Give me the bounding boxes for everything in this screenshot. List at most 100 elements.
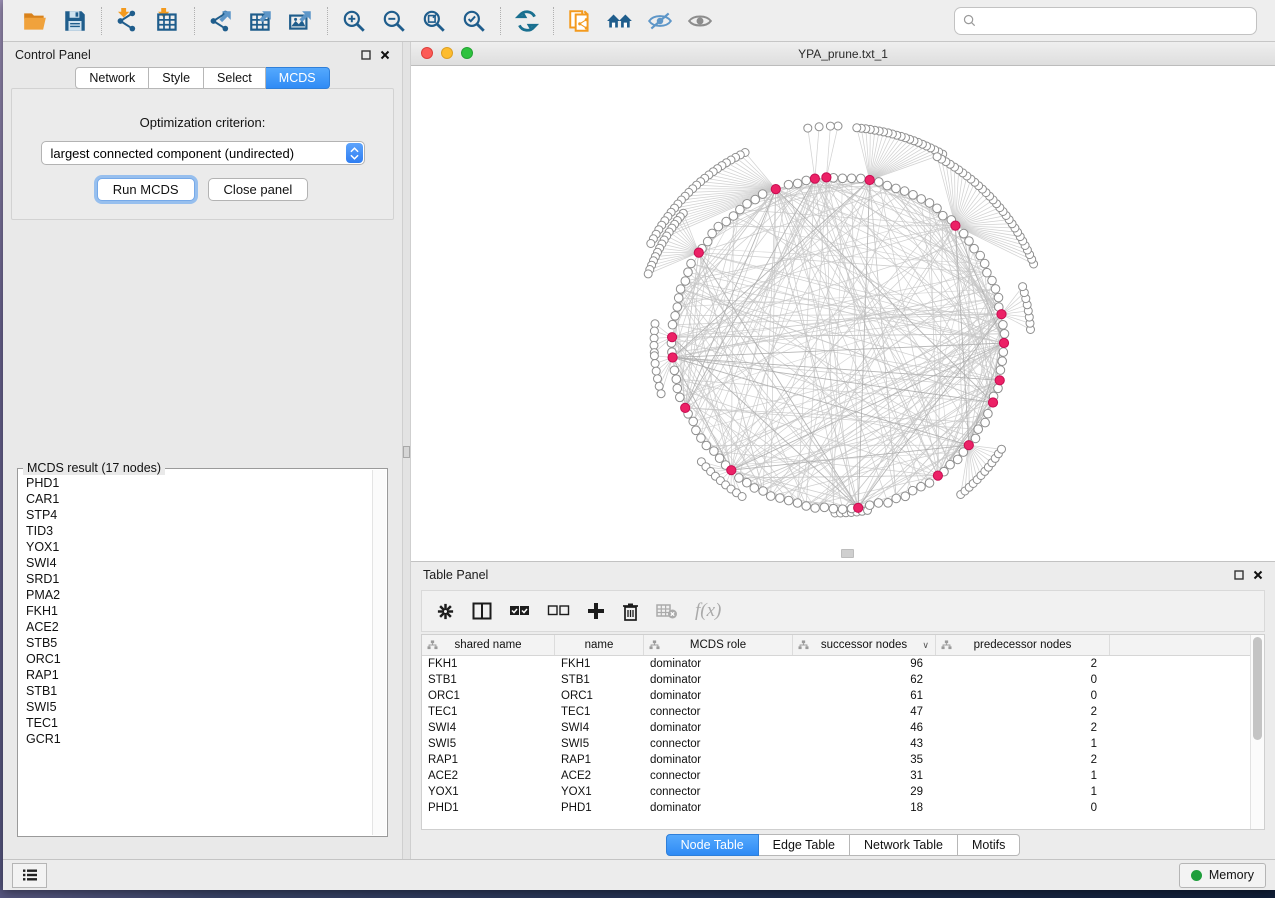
table-row[interactable]: PHD1PHD1dominator180 [422, 800, 1264, 816]
zoom-out-icon[interactable] [379, 6, 409, 36]
column-header-predecessor-nodes[interactable]: predecessor nodes [936, 635, 1110, 655]
mcds-result-item[interactable]: PHD1 [26, 475, 372, 491]
tab-style[interactable]: Style [149, 67, 204, 89]
window-minimize-icon[interactable] [441, 47, 453, 59]
sort-chevron-icon[interactable]: ∨ [922, 640, 929, 651]
table-cell: 1 [936, 770, 1110, 782]
first-neighbors-icon[interactable] [605, 6, 635, 36]
table-row[interactable]: FKH1FKH1dominator962 [422, 656, 1264, 672]
mcds-result-item[interactable]: STB1 [26, 683, 372, 699]
tab-motifs[interactable]: Motifs [958, 834, 1020, 856]
float-table-panel-icon[interactable] [1234, 570, 1244, 580]
network-canvas[interactable] [411, 66, 1275, 561]
mcds-result-item[interactable]: ACE2 [26, 619, 372, 635]
open-file-icon[interactable] [20, 6, 50, 36]
table-cell: ACE2 [422, 770, 555, 782]
tab-network[interactable]: Network [75, 67, 149, 89]
zoom-in-icon[interactable] [339, 6, 369, 36]
table-row[interactable]: ORC1ORC1dominator610 [422, 688, 1264, 704]
mcds-result-item[interactable]: SWI5 [26, 699, 372, 715]
column-header-MCDS-role[interactable]: MCDS role [644, 635, 793, 655]
delete-table-icon [656, 603, 678, 619]
tab-node-table[interactable]: Node Table [666, 834, 759, 856]
optimization-criterion-select[interactable]: largest connected component (undirected) [41, 141, 365, 165]
columns-icon[interactable] [472, 602, 492, 620]
column-type-icon [941, 640, 952, 650]
mcds-result-item[interactable]: GCR1 [26, 731, 372, 747]
float-panel-icon[interactable] [361, 50, 371, 60]
table-cell: FKH1 [555, 658, 644, 670]
show-all-icon[interactable] [685, 6, 715, 36]
result-list-scrollbar[interactable] [372, 470, 386, 835]
table-row[interactable]: ACE2ACE2connector311 [422, 768, 1264, 784]
table-row[interactable]: SWI5SWI5connector431 [422, 736, 1264, 752]
mcds-result-item[interactable]: TID3 [26, 523, 372, 539]
table-row[interactable]: TEC1TEC1connector472 [422, 704, 1264, 720]
search-input[interactable] [982, 13, 1248, 29]
close-panel-button[interactable]: Close panel [208, 178, 309, 201]
window-close-icon[interactable] [421, 47, 433, 59]
refresh-network-icon[interactable] [512, 6, 542, 36]
import-network-icon[interactable] [113, 6, 143, 36]
select-all-icon[interactable] [509, 604, 530, 618]
panel-divider[interactable] [402, 42, 411, 859]
search-box[interactable] [954, 7, 1257, 35]
mcds-result-list[interactable]: PHD1CAR1STP4TID3YOX1SWI4SRD1PMA2FKH1ACE2… [19, 471, 372, 835]
mcds-result-item[interactable]: CAR1 [26, 491, 372, 507]
table-row[interactable]: YOX1YOX1connector291 [422, 784, 1264, 800]
export-image-icon[interactable] [286, 6, 316, 36]
mcds-result-item[interactable]: SRD1 [26, 571, 372, 587]
export-table-icon[interactable] [246, 6, 276, 36]
divider-handle-icon[interactable] [403, 446, 410, 458]
duplicate-network-icon[interactable] [565, 6, 595, 36]
window-maximize-icon[interactable] [461, 47, 473, 59]
run-mcds-button[interactable]: Run MCDS [97, 178, 195, 201]
tab-mcds[interactable]: MCDS [266, 67, 330, 89]
hide-selected-icon[interactable] [645, 6, 675, 36]
mcds-result-item[interactable]: FKH1 [26, 603, 372, 619]
delete-row-icon[interactable] [622, 602, 639, 621]
mcds-result-item[interactable]: PMA2 [26, 587, 372, 603]
application-window: Control Panel Network Style Select MCDS … [3, 0, 1275, 890]
mcds-result-box: MCDS result (17 nodes) PHD1CAR1STP4TID3Y… [17, 468, 388, 837]
table-scrollbar[interactable] [1250, 635, 1264, 829]
zoom-selected-icon[interactable] [459, 6, 489, 36]
mcds-panel-card: Optimization criterion: largest connecte… [11, 88, 394, 220]
deselect-all-icon[interactable] [547, 604, 570, 618]
tab-edge-table[interactable]: Edge Table [759, 834, 850, 856]
mcds-result-item[interactable]: ORC1 [26, 651, 372, 667]
column-header-name[interactable]: name [555, 635, 644, 655]
import-table-icon[interactable] [153, 6, 183, 36]
export-network-icon[interactable] [206, 6, 236, 36]
mcds-result-item[interactable]: YOX1 [26, 539, 372, 555]
column-header-shared-name[interactable]: shared name [422, 635, 555, 655]
list-icon [22, 868, 38, 882]
zoom-fit-icon[interactable] [419, 6, 449, 36]
close-panel-icon[interactable] [380, 50, 390, 60]
tab-network-table[interactable]: Network Table [850, 834, 958, 856]
save-session-icon[interactable] [60, 6, 90, 36]
memory-button[interactable]: Memory [1179, 863, 1266, 888]
table-row[interactable]: SWI4SWI4dominator462 [422, 720, 1264, 736]
function-label: f(x) [695, 600, 721, 622]
settings-icon[interactable] [436, 602, 455, 621]
table-row[interactable]: STB1STB1dominator620 [422, 672, 1264, 688]
mcds-result-item[interactable]: SWI4 [26, 555, 372, 571]
table-scrollbar-thumb[interactable] [1253, 637, 1262, 740]
table-cell: PHD1 [555, 802, 644, 814]
mcds-result-item[interactable]: STB5 [26, 635, 372, 651]
add-row-icon[interactable] [587, 602, 605, 620]
table-cell: dominator [644, 658, 793, 670]
task-history-button[interactable] [12, 863, 47, 888]
tab-select[interactable]: Select [204, 67, 266, 89]
function-builder-icon: f(x) [695, 600, 721, 622]
table-cell: 2 [936, 706, 1110, 718]
memory-label: Memory [1209, 868, 1254, 882]
mcds-result-item[interactable]: STP4 [26, 507, 372, 523]
column-header-successor-nodes[interactable]: successor nodes∨ [793, 635, 936, 655]
close-table-panel-icon[interactable] [1253, 570, 1263, 580]
table-row[interactable]: RAP1RAP1dominator352 [422, 752, 1264, 768]
mcds-result-item[interactable]: RAP1 [26, 667, 372, 683]
canvas-drag-handle-icon[interactable] [841, 549, 854, 558]
mcds-result-item[interactable]: TEC1 [26, 715, 372, 731]
